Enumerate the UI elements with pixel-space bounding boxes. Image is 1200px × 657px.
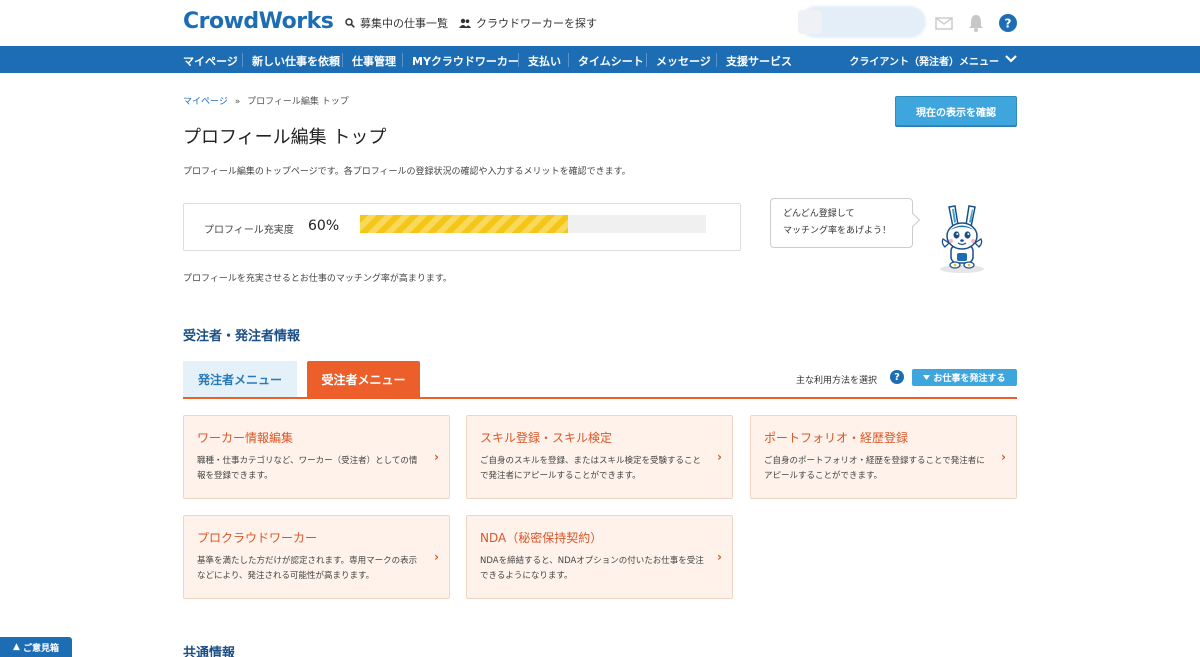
- nav-item-support[interactable]: 支援サービス: [726, 53, 792, 69]
- card-skill-registration[interactable]: スキル登録・スキル検定 ご自身のスキルを登録、またはスキル検定を受験することで発…: [466, 415, 733, 499]
- usage-select-label: お仕事を発注する: [933, 374, 1006, 384]
- workers-link[interactable]: クラウドワーカーを探す: [459, 15, 597, 31]
- nav-divider: [242, 53, 243, 67]
- bell-icon[interactable]: [966, 13, 986, 33]
- jobs-link-label: 募集中の仕事一覧: [360, 17, 448, 30]
- card-worker-info[interactable]: ワーカー情報編集 職種・仕事カテゴリなど、ワーカー（受注者）としての情報を登録で…: [183, 415, 450, 499]
- feedback-button[interactable]: ▲ ご意見箱: [0, 637, 72, 657]
- caret-down-icon: [923, 373, 931, 383]
- card-title: ポートフォリオ・経歴登録: [764, 431, 909, 445]
- mail-icon[interactable]: [934, 13, 954, 33]
- usage-label: 主な利用方法を選択: [796, 376, 878, 386]
- client-menu-label: クライアント（発注者）メニュー: [849, 57, 999, 68]
- card-description: 基準を満たした方だけが認定されます。専用マークの表示などにより、発注される可能性…: [197, 556, 418, 581]
- card-nda[interactable]: NDA（秘密保持契約） NDAを締結すると、NDAオプションの付いたお仕事を受注…: [466, 515, 733, 599]
- bubble-line-2: マッチング率をあげよう！: [783, 226, 892, 236]
- section-title-common-info: 共通情報: [183, 646, 236, 657]
- view-profile-button[interactable]: 現在の表示を確認: [895, 96, 1017, 126]
- client-menu-toggle[interactable]: クライアント（発注者）メニュー: [849, 53, 1017, 68]
- avatar[interactable]: [798, 10, 822, 34]
- nav-item-payment[interactable]: 支払い: [528, 53, 561, 69]
- svg-text:?: ?: [1005, 17, 1012, 31]
- breadcrumb-home[interactable]: マイページ: [183, 97, 228, 107]
- tab-client-menu[interactable]: 発注者メニュー: [183, 361, 297, 397]
- progress-bar-fill: [360, 215, 568, 233]
- caret-up-icon: ▲: [13, 642, 20, 652]
- progress-label: プロフィール充実度: [204, 225, 294, 236]
- progress-bar: [360, 215, 706, 233]
- mascot-speech-bubble: どんどん登録して マッチング率をあげよう！: [770, 198, 913, 248]
- global-nav: マイページ 新しい仕事を依頼 仕事管理 MYクラウドワーカー 支払い タイムシー…: [0, 46, 1200, 73]
- breadcrumb: マイページ » プロフィール編集 トップ: [183, 94, 349, 107]
- nav-divider: [716, 53, 717, 67]
- card-title: ワーカー情報編集: [197, 431, 294, 445]
- chevron-right-icon: ›: [434, 550, 439, 564]
- usage-select-dropdown[interactable]: お仕事を発注する: [912, 369, 1017, 386]
- chevron-right-icon: ›: [717, 450, 722, 464]
- users-icon: [459, 18, 471, 28]
- mascot-rabbit-illustration: [931, 203, 993, 278]
- card-title: スキル登録・スキル検定: [480, 431, 613, 445]
- card-description: ご自身のスキルを登録、またはスキル検定を受験することで発注者にアピールすることが…: [480, 456, 702, 481]
- chevron-right-icon: ›: [717, 550, 722, 564]
- chevron-down-icon: [1005, 55, 1017, 66]
- nav-divider: [568, 53, 569, 67]
- crowdworks-logo[interactable]: CrowdWorks: [183, 9, 334, 34]
- nav-item-job-management[interactable]: 仕事管理: [352, 53, 396, 69]
- nav-divider: [402, 53, 403, 67]
- nav-item-messages[interactable]: メッセージ: [656, 53, 711, 69]
- tab-worker-menu[interactable]: 受注者メニュー: [307, 361, 420, 397]
- nav-divider: [342, 53, 343, 67]
- profile-completion-box: プロフィール充実度 60%: [183, 203, 741, 251]
- card-description: 職種・仕事カテゴリなど、ワーカー（受注者）としての情報を登録できます。: [197, 456, 418, 481]
- nav-item-timesheet[interactable]: タイムシート: [578, 53, 644, 69]
- breadcrumb-current: プロフィール編集 トップ: [247, 97, 349, 107]
- card-portfolio[interactable]: ポートフォリオ・経歴登録 ご自身のポートフォリオ・経歴を登録することで発注者にア…: [750, 415, 1017, 499]
- tab-underline: [183, 397, 1017, 399]
- usage-help-icon[interactable]: ?: [890, 370, 904, 384]
- breadcrumb-separator: »: [234, 97, 241, 107]
- section-title-worker-client-info: 受注者・発注者情報: [183, 329, 301, 344]
- page-description: プロフィール編集のトップページです。各プロフィールの登録状況の確認や入力するメリ…: [183, 167, 631, 177]
- search-icon: [345, 18, 355, 28]
- nav-divider: [518, 53, 519, 67]
- site-header: CrowdWorks 募集中の仕事一覧 クラウドワーカーを探す ?: [0, 0, 1200, 46]
- jobs-link[interactable]: 募集中の仕事一覧: [345, 15, 448, 31]
- workers-link-label: クラウドワーカーを探す: [476, 17, 597, 30]
- progress-note: プロフィールを充実させるとお仕事のマッチング率が高まります。: [183, 274, 452, 284]
- page-title: プロフィール編集 トップ: [183, 127, 387, 148]
- feedback-label: ご意見箱: [22, 643, 59, 654]
- progress-value: 60%: [308, 218, 340, 234]
- nav-divider: [646, 53, 647, 67]
- bubble-line-1: どんどん登録して: [783, 209, 855, 219]
- card-description: ご自身のポートフォリオ・経歴を登録することで発注者にアピールすることができます。: [764, 456, 985, 481]
- card-description: NDAを締結すると、NDAオプションの付いたお仕事を受注できるようになります。: [480, 556, 704, 581]
- chevron-right-icon: ›: [1001, 450, 1006, 464]
- card-pro-crowdworker[interactable]: プロクラウドワーカー 基準を満たした方だけが認定されます。専用マークの表示などに…: [183, 515, 450, 599]
- help-icon[interactable]: ?: [998, 13, 1018, 33]
- nav-item-my-crowdworker[interactable]: MYクラウドワーカー: [412, 53, 519, 69]
- nav-item-mypage[interactable]: マイページ: [183, 53, 238, 69]
- card-title: NDA（秘密保持契約）: [480, 531, 603, 545]
- chevron-right-icon: ›: [434, 450, 439, 464]
- nav-item-new-job[interactable]: 新しい仕事を依頼: [252, 53, 340, 69]
- card-title: プロクラウドワーカー: [197, 531, 318, 545]
